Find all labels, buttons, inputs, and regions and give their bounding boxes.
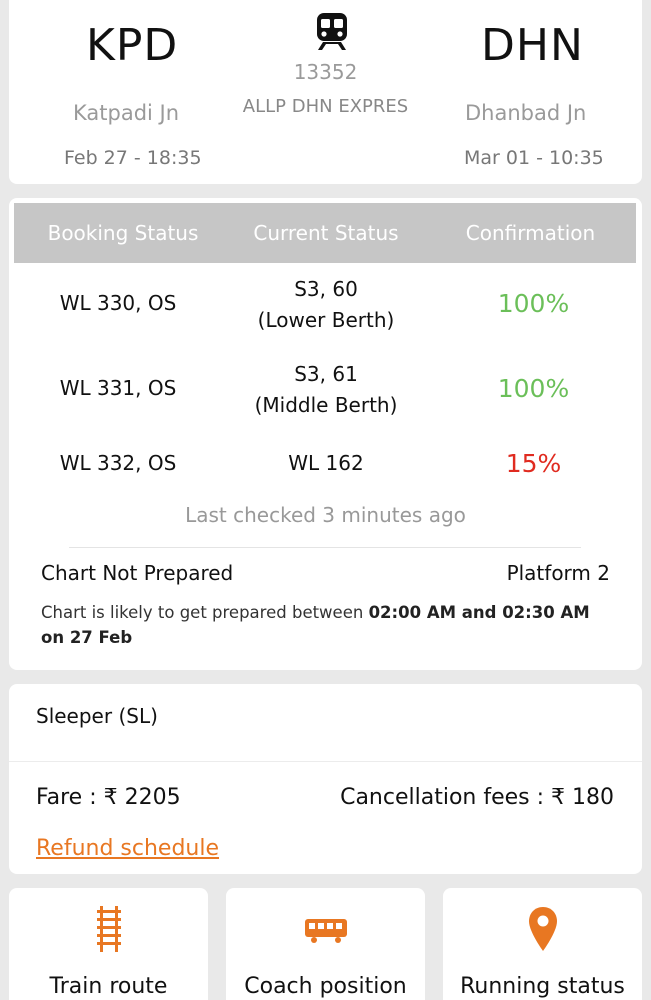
fare-amount: Fare : ₹ 2205 [36, 785, 181, 810]
fare-card: Sleeper (SL) Fare : ₹ 2205 Cancellation … [9, 684, 642, 874]
row2-booking-status: WL 331, OS [59, 376, 177, 400]
coach-position-button[interactable]: Coach position [226, 888, 425, 1000]
row1-current-status: S3, 60 (Lower Berth) [227, 274, 425, 336]
train-number: 13352 [293, 60, 358, 84]
refund-schedule-link[interactable]: Refund schedule [36, 836, 219, 861]
running-status-button[interactable]: Running status [443, 888, 642, 1000]
row1-current-berth: (Lower Berth) [257, 308, 395, 332]
to-station-name: Dhanbad Jn [465, 101, 587, 125]
travel-class: Sleeper (SL) [36, 704, 158, 728]
chart-note-date: on 27 Feb [41, 628, 133, 647]
coach-icon [226, 918, 425, 968]
journey-card: KPD DHN 13352 ALLP DHN EXPRES Katpadi Jn… [9, 0, 642, 184]
status-table-header: Booking Status Current Status Confirmati… [14, 203, 636, 263]
row2-current-status: S3, 61 (Middle Berth) [227, 359, 425, 421]
header-booking-status: Booking Status [47, 221, 199, 245]
track-icon [9, 906, 208, 956]
chart-preparation-note: Chart is likely to get prepared between … [41, 600, 621, 650]
chart-status: Chart Not Prepared [41, 561, 234, 585]
row2-current-seat: S3, 61 [294, 362, 358, 386]
running-status-label: Running status [460, 974, 625, 999]
last-checked-text: Last checked 3 minutes ago [185, 503, 466, 527]
row2-confirmation: 100% [497, 374, 570, 403]
header-current-status: Current Status [253, 221, 399, 245]
row3-confirmation: 15% [505, 449, 562, 478]
row3-booking-status: WL 332, OS [59, 451, 177, 475]
arrival-datetime: Mar 01 - 10:35 [464, 147, 604, 169]
divider [69, 547, 581, 548]
row1-confirmation: 100% [497, 289, 570, 318]
divider [9, 761, 642, 762]
row1-current-seat: S3, 60 [294, 277, 358, 301]
train-icon [317, 13, 347, 50]
chart-note-time: 02:00 AM and 02:30 AM [368, 603, 590, 622]
departure-datetime: Feb 27 - 18:35 [64, 147, 202, 169]
platform-number: Platform 2 [506, 561, 610, 585]
train-route-label: Train route [49, 974, 168, 999]
cancellation-fees: Cancellation fees : ₹ 180 [340, 785, 614, 810]
chart-note-prefix: Chart is likely to get prepared between [41, 603, 369, 622]
row3-current-status: WL 162 [288, 451, 364, 475]
from-station-name: Katpadi Jn [73, 101, 180, 125]
row1-booking-status: WL 330, OS [59, 291, 177, 315]
train-route-button[interactable]: Train route [9, 888, 208, 1000]
header-confirmation: Confirmation [465, 221, 596, 245]
row2-current-berth: (Middle Berth) [254, 393, 398, 417]
booking-status-card: Booking Status Current Status Confirmati… [9, 198, 642, 670]
location-pin-icon [443, 906, 642, 956]
coach-position-label: Coach position [244, 974, 407, 999]
